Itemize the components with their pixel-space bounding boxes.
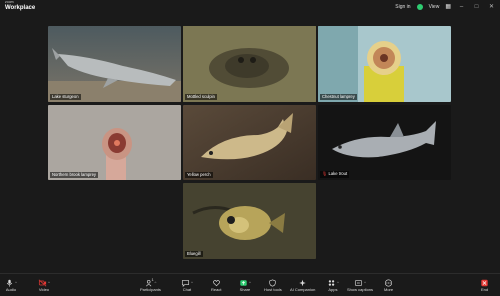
video-gallery: Lake sturgeon Mottled sculpin Chestnut l… [0,14,500,273]
participant-name: Lake sturgeon [50,93,81,100]
trout-image [318,105,451,180]
host-tools-label: Host tools [264,287,282,292]
sparkle-icon [299,279,306,286]
share-options-caret[interactable]: ^ [249,280,251,285]
audio-options-caret[interactable]: ^ [15,280,17,285]
chat-label: Chat [182,287,192,292]
share-screen-icon [240,279,247,286]
react-button[interactable]: React [211,278,221,292]
share-label: Share [239,287,251,292]
shield-icon [269,278,277,287]
chat-icon [181,279,190,287]
security-shield-icon[interactable] [416,3,423,10]
apps-label: Apps [328,287,338,292]
sign-in-link[interactable]: Sign in [395,4,410,10]
video-tile-active-speaker[interactable]: Mottled sculpin [183,26,316,102]
video-button[interactable]: ^ Video [38,278,50,292]
participant-name: 🎙︎ Lake trout [320,170,350,178]
audio-label: Audio [5,287,17,292]
end-button[interactable]: End [480,278,489,292]
share-button[interactable]: ^ Share [239,278,251,292]
more-button[interactable]: More [384,278,393,292]
chat-button[interactable]: ^ Chat [181,278,193,292]
apps-button[interactable]: ^ Apps [327,278,339,292]
zoom-logo: zoom Workplace [5,0,36,11]
video-tile[interactable]: 🎙︎ Lake trout [318,105,451,180]
participant-name: Northern brook lamprey [50,171,98,178]
end-label: End [480,287,489,292]
host-tools-button[interactable]: Host tools [264,278,282,292]
logo-small: zoom [5,0,14,4]
title-bar: zoom Workplace Sign in View ▦ – □ ✕ [0,0,500,14]
close-icon[interactable]: ✕ [487,3,496,10]
sculpin-image [183,26,316,102]
meeting-toolbar: ^ Audio ^ Video 1 ^ Participants ^ Chat R… [0,273,500,296]
logo-name: Workplace [5,5,36,11]
lamprey-mouth-image [318,26,451,102]
participant-name: Mottled sculpin [185,93,217,100]
audio-button[interactable]: ^ Audio [5,278,17,292]
more-label: More [384,287,394,292]
view-button[interactable]: View [429,4,440,10]
react-label: React [211,287,222,292]
participant-name: Yellow perch [185,171,213,178]
participants-label: Participants [140,287,161,292]
svg-text:CC: CC [357,282,361,285]
captions-label: Show captions [347,287,374,292]
maximize-icon[interactable]: □ [472,4,481,10]
end-call-icon [481,279,488,286]
video-tile[interactable]: Northern brook lamprey [48,105,181,180]
apps-options-caret[interactable]: ^ [337,280,339,285]
ai-companion-button[interactable]: AI Companion [290,278,315,292]
participants-count: 1 [151,277,154,282]
grid-icon[interactable]: ▦ [445,3,451,10]
lamprey-held-image [48,105,181,180]
heart-icon [212,279,220,286]
ai-companion-label: AI Companion [290,287,316,292]
chat-options-caret[interactable]: ^ [191,280,193,285]
participants-options-caret[interactable]: ^ [155,280,157,285]
bluegill-image [183,183,316,259]
apps-icon [328,279,335,286]
more-icon [385,278,393,287]
participants-button[interactable]: 1 ^ Participants [140,277,161,292]
video-tile[interactable]: Bluegill [183,183,316,259]
video-label: Video [38,287,50,292]
captions-button[interactable]: CC ^ Show captions [347,278,373,292]
video-options-caret[interactable]: ^ [48,280,50,285]
video-tile[interactable]: Lake sturgeon [48,26,181,102]
video-off-icon [38,279,47,286]
participant-name: Bluegill [185,250,203,257]
sturgeon-image [48,26,181,102]
mic-muted-icon: 🎙︎ [322,171,328,177]
participant-name: Chestnut lamprey [320,93,357,100]
microphone-icon [6,279,13,287]
captions-options-caret[interactable]: ^ [364,280,366,285]
video-tile[interactable]: Chestnut lamprey [318,26,451,102]
captions-icon: CC [355,279,363,286]
video-tile[interactable]: Yellow perch [183,105,316,180]
minimize-icon[interactable]: – [457,4,466,10]
perch-image [183,105,316,180]
